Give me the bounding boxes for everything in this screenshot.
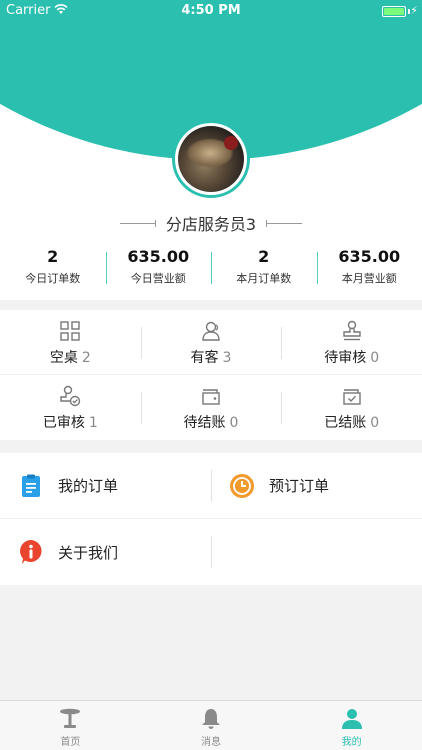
status-empty-tables[interactable]: 空桌 2	[0, 310, 141, 374]
stat-label: 本月订单数	[236, 272, 292, 285]
menu-label: 预订订单	[269, 477, 330, 495]
status-count: 0	[229, 415, 239, 431]
status-label: 待结账	[183, 415, 226, 431]
divider	[266, 219, 303, 227]
tab-bar: 首页 消息 我的	[0, 700, 422, 750]
profile-header: Carrier 4:50 PM ⚡ 分店服务员3 2 今日订单数 635.00 …	[0, 0, 422, 300]
tab-profile[interactable]: 我的	[281, 701, 422, 750]
guests-icon	[202, 321, 220, 341]
stat-month-revenue: 635.00 本月营业额	[316, 246, 422, 290]
status-count: 0	[370, 415, 380, 431]
clock: 4:50 PM	[181, 3, 241, 18]
bell-icon	[202, 709, 220, 729]
stat-month-orders: 2 本月订单数	[211, 246, 317, 290]
status-paid[interactable]: 已结账 0	[281, 375, 422, 440]
table-icon	[60, 708, 81, 728]
status-label: 有客	[190, 350, 219, 366]
stat-value: 2	[258, 247, 270, 266]
stat-label: 本月营业额	[341, 272, 397, 285]
tab-label: 消息	[201, 737, 221, 748]
status-count: 0	[370, 350, 380, 366]
clipboard-icon	[22, 474, 40, 497]
tab-home[interactable]: 首页	[0, 701, 141, 750]
info-icon	[20, 540, 42, 564]
menu-label: 我的订单	[58, 477, 119, 495]
stat-label: 今日订单数	[25, 272, 81, 285]
stat-label: 今日营业额	[130, 272, 186, 285]
status-label: 已审核	[42, 415, 85, 431]
status-occupied[interactable]: 有客 3	[140, 310, 282, 374]
status-count: 1	[88, 415, 98, 431]
user-name-row: 分店服务员3	[0, 212, 422, 234]
stat-today-orders: 2 今日订单数	[0, 246, 106, 290]
status-bar: Carrier 4:50 PM ⚡	[0, 0, 422, 22]
menu-reservations[interactable]: 预订订单	[211, 453, 422, 518]
status-label: 空桌	[49, 350, 78, 366]
person-icon	[341, 709, 362, 729]
avatar-image	[178, 126, 244, 192]
tab-label: 首页	[60, 737, 81, 748]
status-label: 已结账	[324, 415, 367, 431]
stat-value: 635.00	[127, 247, 190, 266]
menu-my-orders[interactable]: 我的订单	[0, 453, 211, 518]
user-name: 分店服务员3	[165, 215, 257, 234]
clock-icon	[230, 473, 254, 498]
menu-label: 关于我们	[58, 543, 119, 562]
status-pending-review[interactable]: 待审核 0	[281, 310, 422, 374]
status-count: 2	[81, 350, 91, 366]
avatar[interactable]	[172, 120, 250, 198]
menu-about-us[interactable]: 关于我们	[0, 519, 211, 585]
tab-messages[interactable]: 消息	[141, 701, 282, 750]
wallet-icon	[202, 389, 220, 405]
menu-empty-slot	[211, 519, 422, 585]
charging-icon: ⚡	[410, 4, 418, 17]
status-reviewed[interactable]: 已审核 1	[0, 375, 141, 440]
divider	[119, 219, 156, 227]
tab-label: 我的	[341, 737, 362, 748]
stats-summary: 2 今日订单数 635.00 今日营业额 2 本月订单数 635.00 本月营业…	[0, 246, 422, 290]
status-awaiting-payment[interactable]: 待结账 0	[140, 375, 282, 440]
stamp-approved-icon	[60, 385, 81, 407]
wallet-paid-icon	[342, 389, 361, 405]
stat-today-revenue: 635.00 今日营业额	[105, 246, 212, 290]
stamp-icon	[342, 320, 361, 341]
battery-icon	[382, 6, 406, 17]
status-label: 待审核	[324, 350, 367, 366]
menu-list: 我的订单 预订订单 关于我们	[0, 453, 422, 585]
stat-value: 2	[47, 247, 59, 266]
stat-value: 635.00	[338, 247, 401, 266]
table-status-grid: 空桌 2 有客 3 待审核 0 已审核 1 待结账 0 已结账 0	[0, 310, 422, 440]
status-count: 3	[222, 350, 232, 366]
grid-icon	[60, 321, 81, 341]
